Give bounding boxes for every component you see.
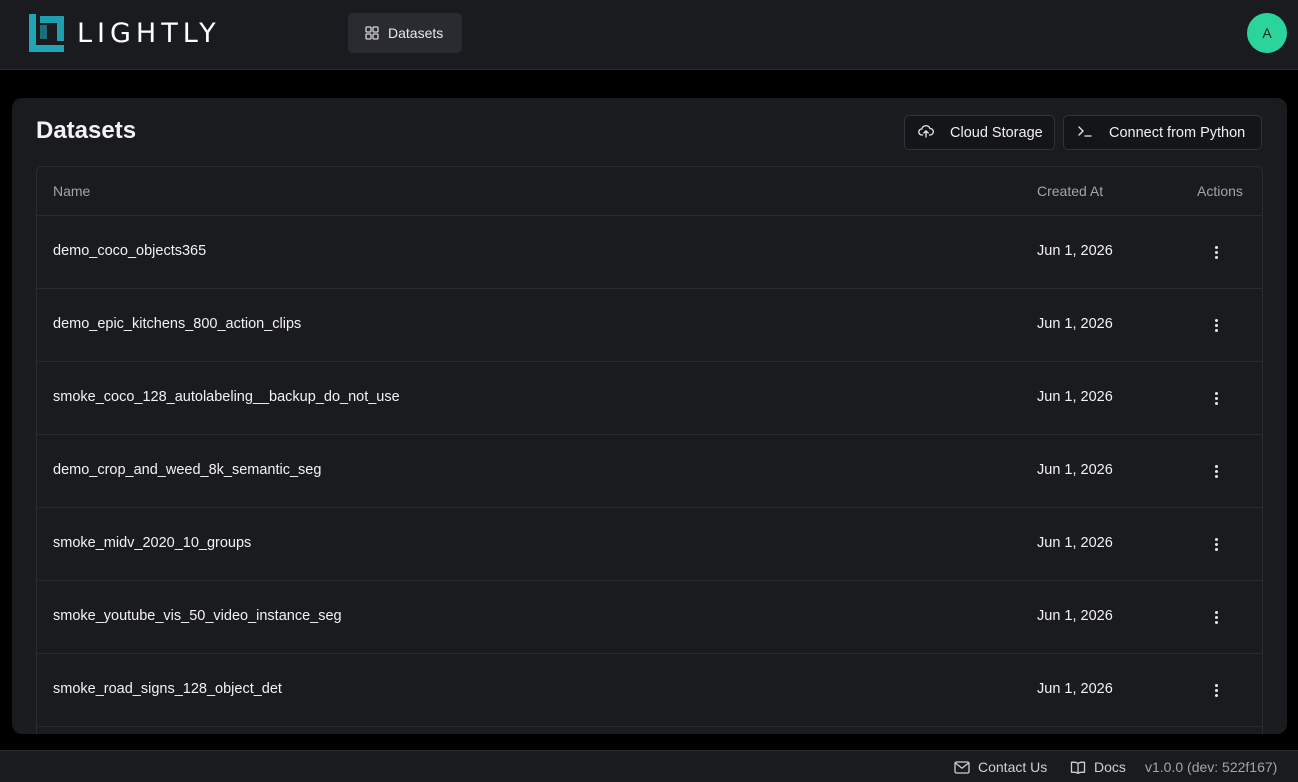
contact-us-label: Contact Us: [978, 759, 1048, 775]
created-at: Jun 1, 2026: [1037, 243, 1113, 259]
nav-datasets-button[interactable]: Datasets: [348, 13, 462, 53]
docs-link[interactable]: Docs: [1070, 759, 1126, 775]
column-header-actions: Actions: [1197, 183, 1243, 199]
terminal-icon: [1077, 124, 1093, 142]
contact-us-link[interactable]: Contact Us: [954, 759, 1047, 775]
grid-icon: [365, 26, 379, 40]
dataset-name[interactable]: smoke_road_signs_128_object_det: [53, 681, 282, 697]
column-header-created-at[interactable]: Created At: [1037, 183, 1103, 199]
table-row[interactable]: smoke_coco_128_autolabeling__backup_do_n…: [37, 362, 1262, 435]
created-at: Jun 1, 2026: [1037, 462, 1113, 478]
table-header: Name Created At Actions: [37, 167, 1262, 216]
table-row[interactable]: smoke_youtube_vis_50_video_instance_seg …: [37, 581, 1262, 654]
version-label: v1.0.0 (dev: 522f167): [1145, 759, 1278, 775]
mail-icon: [954, 760, 970, 774]
dataset-name[interactable]: demo_coco_objects365: [53, 243, 206, 259]
cloud-storage-button[interactable]: Cloud Storage: [904, 115, 1055, 150]
lightly-logo-icon: [29, 14, 64, 52]
logo-text: LIGHTLY: [77, 17, 221, 49]
dataset-name[interactable]: smoke_coco_128_autolabeling__backup_do_n…: [53, 389, 400, 405]
more-actions-icon[interactable]: [1203, 386, 1229, 410]
table-row[interactable]: demo_coco_objects365 Jun 1, 2026: [37, 216, 1262, 289]
more-actions-icon[interactable]: [1203, 459, 1229, 483]
dataset-name[interactable]: demo_crop_and_weed_8k_semantic_seg: [53, 462, 321, 478]
more-actions-icon[interactable]: [1203, 313, 1229, 337]
dataset-name[interactable]: demo_epic_kitchens_800_action_clips: [53, 316, 301, 332]
footer: Contact Us Docs v1.0.0 (dev: 522f167): [0, 750, 1298, 782]
book-icon: [1070, 761, 1086, 774]
more-actions-icon[interactable]: [1203, 678, 1229, 702]
cloud-upload-icon: [918, 124, 934, 142]
table-row[interactable]: demo_epic_kitchens_800_action_clips Jun …: [37, 289, 1262, 362]
column-header-name[interactable]: Name: [53, 183, 90, 199]
more-actions-icon[interactable]: [1203, 532, 1229, 556]
docs-label: Docs: [1094, 759, 1126, 775]
top-bar: LIGHTLY Datasets A: [0, 0, 1298, 70]
table-row[interactable]: smoke_midv_2020_10_groups Jun 1, 2026: [37, 508, 1262, 581]
table-row[interactable]: smoke_road_signs_128_object_det Jun 1, 2…: [37, 654, 1262, 727]
cloud-storage-label: Cloud Storage: [950, 124, 1043, 141]
user-avatar[interactable]: A: [1247, 13, 1287, 53]
nav-datasets-label: Datasets: [388, 25, 444, 41]
datasets-table: Name Created At Actions demo_coco_object…: [36, 166, 1263, 734]
created-at: Jun 1, 2026: [1037, 389, 1113, 405]
dataset-name[interactable]: smoke_youtube_vis_50_video_instance_seg: [53, 608, 342, 624]
created-at: Jun 1, 2026: [1037, 681, 1113, 697]
created-at: Jun 1, 2026: [1037, 316, 1113, 332]
connect-python-button[interactable]: Connect from Python: [1063, 115, 1262, 150]
created-at: Jun 1, 2026: [1037, 535, 1113, 551]
connect-python-label: Connect from Python: [1109, 124, 1246, 141]
more-actions-icon[interactable]: [1203, 240, 1229, 264]
datasets-panel: Datasets Cloud Storage Connect from Pyth…: [12, 98, 1287, 734]
page-title: Datasets: [36, 117, 137, 144]
dataset-name[interactable]: smoke_midv_2020_10_groups: [53, 535, 251, 551]
lightly-logo[interactable]: LIGHTLY: [28, 13, 221, 53]
table-row[interactable]: demo_crop_and_weed_8k_semantic_seg Jun 1…: [37, 435, 1262, 508]
more-actions-icon[interactable]: [1203, 605, 1229, 629]
created-at: Jun 1, 2026: [1037, 608, 1113, 624]
